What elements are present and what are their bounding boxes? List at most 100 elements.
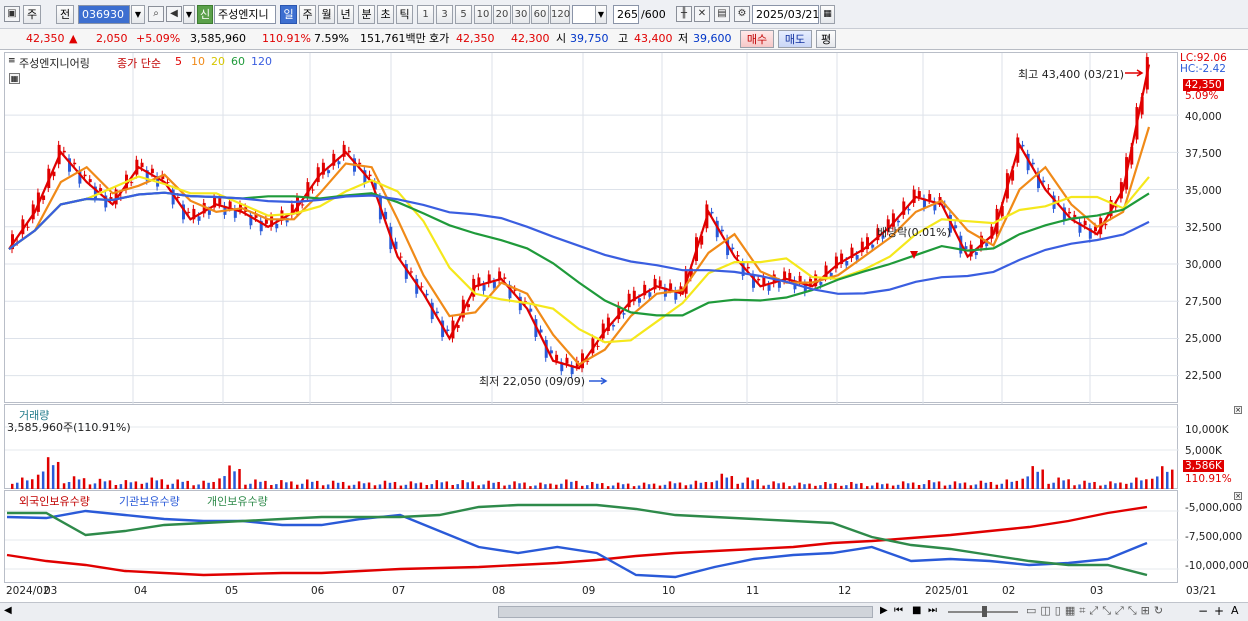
chevron-down-icon[interactable]: ▼ — [183, 5, 195, 24]
period-year[interactable]: 년 — [337, 5, 354, 24]
candle-body — [658, 280, 662, 287]
interval-120[interactable]: 120 — [550, 5, 570, 24]
date-input[interactable]: 2025/03/21 — [752, 5, 819, 24]
volume-bar — [658, 485, 662, 489]
interval-30[interactable]: 30 — [512, 5, 530, 24]
speaker-icon[interactable]: ◀ — [166, 6, 182, 22]
period-minute[interactable]: 분 — [358, 5, 375, 24]
candle-body — [565, 357, 569, 364]
volume-bar — [93, 483, 97, 489]
volume-bar — [1109, 481, 1112, 489]
interval-3[interactable]: 3 — [436, 5, 453, 24]
volume-bar — [82, 478, 86, 489]
candle-body — [928, 194, 932, 200]
volume-bar — [927, 480, 931, 489]
period-month[interactable]: 월 — [318, 5, 335, 24]
font-size-icon[interactable]: A — [1231, 604, 1239, 617]
interval-60[interactable]: 60 — [531, 5, 549, 24]
volume-bar — [901, 481, 905, 489]
volume-bar — [741, 482, 744, 489]
candle-body — [301, 204, 305, 206]
scroll-left-icon[interactable]: ◀ — [4, 605, 12, 616]
menu-icon[interactable]: ≡ — [8, 57, 19, 68]
bar-count-input[interactable]: 265 — [613, 5, 639, 24]
period-day[interactable]: 일 — [280, 5, 297, 24]
zoom-in-icon[interactable]: + — [1214, 604, 1224, 618]
price-pane[interactable]: ≡ 주성엔지니어링 종가 단순 5 10 20 60 120 ▦ 최고 43,4… — [4, 52, 1179, 404]
volume-bar — [581, 485, 584, 489]
grid-icon[interactable]: ▦ — [9, 73, 20, 84]
volume-bar — [523, 482, 526, 489]
rewind-icon[interactable]: ⏮ — [894, 605, 903, 616]
volume-bar — [534, 485, 537, 489]
zoom-slider-handle[interactable] — [982, 606, 987, 617]
calendar-icon[interactable]: ▦ — [820, 5, 835, 24]
volume-bar — [181, 481, 184, 489]
volume-bar — [756, 479, 759, 489]
price-chart[interactable] — [5, 53, 1179, 404]
gear-icon[interactable]: ⚙ — [734, 6, 750, 22]
window-icon[interactable]: ▣ — [4, 6, 20, 22]
candle-body — [798, 275, 802, 282]
candle-body — [720, 229, 724, 232]
candle-body — [622, 313, 626, 315]
holdings-chart[interactable] — [5, 491, 1179, 584]
dividend-annotation: 배당락(0.01%) — [877, 226, 951, 239]
bid-price: 42,300 — [511, 32, 550, 45]
volume-bar — [477, 485, 480, 489]
volume-chart[interactable] — [5, 405, 1179, 490]
mode-select[interactable]: 주 — [23, 5, 41, 24]
volume-bar — [943, 485, 947, 489]
volume-bar — [845, 485, 848, 489]
candle-icon[interactable]: ╫ — [676, 6, 692, 22]
chevron-down-icon[interactable]: ▼ — [595, 5, 607, 24]
interval-5[interactable]: 5 — [455, 5, 472, 24]
volume-bar — [1078, 484, 1081, 489]
holdings-pane[interactable]: 외국인보유수량 기관보유수량 개인보유수량 — [4, 490, 1179, 584]
draw-icon[interactable]: ✕ — [694, 6, 710, 22]
volume-bar — [565, 479, 568, 489]
volume-bar — [56, 461, 60, 489]
zoom-out-icon[interactable]: − — [1198, 604, 1208, 618]
scrollbar-thumb[interactable] — [498, 606, 873, 618]
volume-pane[interactable]: 거래량 3,585,960주(110.91%) — [4, 404, 1179, 490]
buy-button[interactable]: 매수 — [740, 30, 774, 48]
volume-bar — [518, 483, 521, 489]
interval-10[interactable]: 10 — [474, 5, 492, 24]
x-label: 09 — [582, 585, 596, 597]
volume-bar — [736, 483, 739, 489]
volume-bar — [347, 485, 351, 489]
interval-1[interactable]: 1 — [417, 5, 434, 24]
stock-code-input[interactable]: 036930 — [78, 5, 130, 24]
eval-button[interactable]: 평 — [816, 30, 836, 48]
save-icon[interactable]: ▤ — [714, 6, 730, 22]
volume-bar — [730, 476, 734, 489]
stock-name-field[interactable]: 주성엔지니 — [214, 5, 276, 24]
period-tick[interactable]: 틱 — [396, 5, 413, 24]
close-icon[interactable]: × — [1234, 492, 1242, 500]
scroll-right-icon[interactable]: ▶ — [880, 605, 888, 616]
forward-icon[interactable]: ⏭ — [928, 605, 937, 616]
volume-bar — [1171, 469, 1174, 489]
chevron-down-icon[interactable]: ▼ — [131, 5, 145, 24]
candle-body — [829, 272, 833, 276]
low-annotation: 최저 22,050 (09/09) — [479, 375, 586, 388]
sell-button[interactable]: 매도 — [778, 30, 812, 48]
period-second[interactable]: 초 — [377, 5, 394, 24]
volume-bar — [228, 465, 231, 489]
volume-bar — [471, 481, 474, 489]
candle-body — [207, 210, 211, 215]
volume-bar — [11, 483, 14, 489]
prefix-button[interactable]: 전 — [56, 5, 74, 24]
volume-bar — [202, 480, 205, 489]
drawing-tools-icons[interactable]: ▭◫▯▦⌗⤢⤡⤢⤡⊞↻ — [1026, 604, 1167, 618]
stop-icon[interactable]: ■ — [912, 605, 921, 616]
close-icon[interactable]: × — [1234, 406, 1242, 414]
period-week[interactable]: 주 — [299, 5, 316, 24]
x-label-last: 03/21 — [1186, 585, 1217, 597]
volume-bar — [684, 485, 688, 489]
search-icon[interactable]: ⌕ — [148, 6, 164, 22]
volume-bar — [751, 480, 754, 489]
interval-20[interactable]: 20 — [493, 5, 511, 24]
volume-bar — [378, 484, 382, 489]
